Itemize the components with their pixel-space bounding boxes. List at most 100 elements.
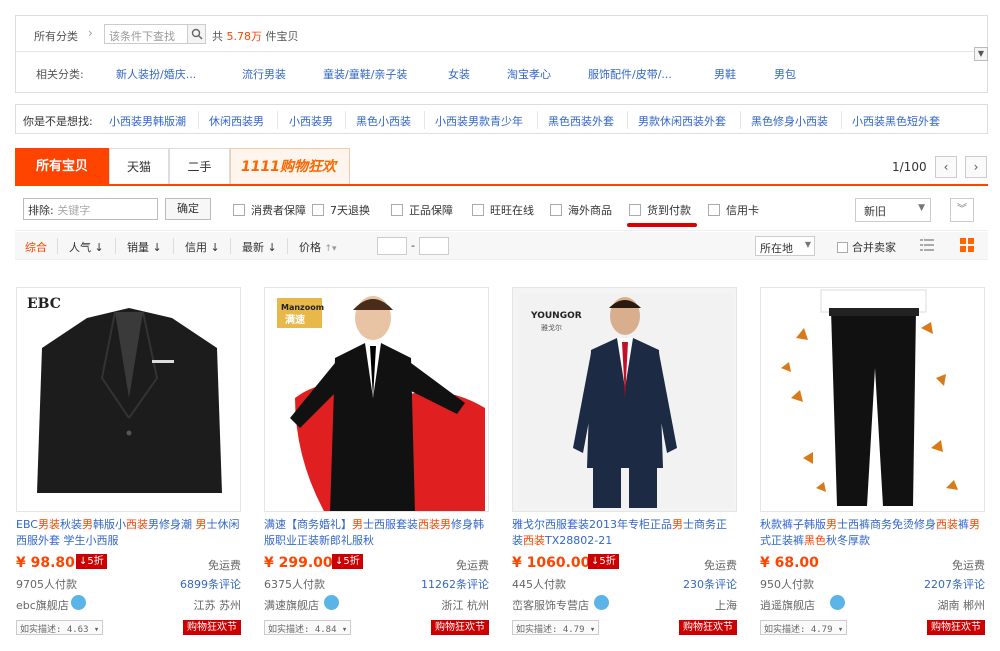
related-category[interactable]: 女装 <box>448 66 470 82</box>
product-image[interactable]: YOUNGOR 雅戈尔 <box>512 287 737 512</box>
search-button[interactable] <box>187 25 205 43</box>
shop-name[interactable]: 满速旗舰店 <box>264 597 319 613</box>
sort-newest[interactable]: 最新 ↓ <box>242 239 277 255</box>
checkbox-overseas[interactable]: 海外商品 <box>550 202 612 218</box>
suggestion-link[interactable]: 休闲西装男 <box>209 113 264 129</box>
promo-badge[interactable]: 购物狂欢节 <box>183 620 241 635</box>
review-count[interactable]: 6899条评论 <box>180 576 241 592</box>
review-count[interactable]: 230条评论 <box>683 576 737 592</box>
chevron-down-icon: ▼ <box>804 240 811 249</box>
shop-name[interactable]: 峦客服饰专营店 <box>512 597 589 613</box>
discount-badge: ↓5折 <box>588 554 619 569</box>
location-select[interactable]: 所在地 ▼ <box>755 236 815 256</box>
total-prefix: 共 <box>212 30 223 43</box>
next-page-button[interactable]: › <box>965 156 987 178</box>
product-card[interactable]: YOUNGOR 雅戈尔 雅戈尔西服套装2013年专柜正品男士商务正装西装TX28… <box>512 287 737 637</box>
shop-name[interactable]: ebc旗舰店 <box>16 597 69 613</box>
product-image[interactable] <box>760 287 985 512</box>
page-indicator: 1/100 <box>892 160 927 174</box>
shipping-label: 免运费 <box>208 559 241 572</box>
wangwang-icon[interactable] <box>71 595 86 610</box>
location: 上海 <box>715 599 737 612</box>
rating-dropdown[interactable]: 如实描述: 4.79 ▾ <box>512 620 600 635</box>
product-title[interactable]: 秋款裤子韩版男士西裤商务免烫修身西装裤男式正装裤黑色秋冬厚款 <box>760 517 985 549</box>
product-title[interactable]: 雅戈尔西服套装2013年专柜正品男士商务正装西装TX28802-21 <box>512 517 737 549</box>
condition-select[interactable]: 新旧 ▼ <box>855 198 931 222</box>
product-price: ¥ 68.00 <box>760 555 819 571</box>
product-image[interactable]: EBC <box>16 287 241 512</box>
product-title[interactable]: 满速【商务婚礼】男士西服套装西装男修身韩版职业正装新郎礼服秋 <box>264 517 489 549</box>
wangwang-icon[interactable] <box>830 595 845 610</box>
suggestion-link[interactable]: 男款休闲西装外套 <box>638 113 726 129</box>
sort-bar: 综合 人气 ↓ 销量 ↓ 信用 ↓ 最新 ↓ 价格 ↑▾ - 所在地 ▼ 合并卖家 <box>15 232 988 260</box>
shipping-label: 免运费 <box>456 559 489 572</box>
review-count[interactable]: 11262条评论 <box>421 576 489 592</box>
shipping-label: 免运费 <box>704 559 737 572</box>
merge-sellers-checkbox[interactable]: 合并卖家 <box>837 239 896 255</box>
svg-text:满速: 满速 <box>285 313 305 326</box>
rating-dropdown[interactable]: 如实描述: 4.84 ▾ <box>264 620 352 635</box>
related-category[interactable]: 男鞋 <box>714 66 736 82</box>
search-icon <box>191 28 203 40</box>
price-max-input[interactable] <box>419 237 449 255</box>
rating-dropdown[interactable]: 如实描述: 4.63 ▾ <box>16 620 104 635</box>
product-card[interactable]: Manzoom 满速 满速【商务婚礼】男士西服套装西装男修身韩版职业正装新郎礼服… <box>264 287 489 637</box>
wangwang-icon[interactable] <box>324 595 339 610</box>
wangwang-icon[interactable] <box>594 595 609 610</box>
discount-badge: ↓5折 <box>76 554 107 569</box>
sort-sales[interactable]: 销量 ↓ <box>127 239 162 255</box>
tab-tmall[interactable]: 天猫 <box>109 148 169 184</box>
related-category[interactable]: 新人装扮/婚庆... <box>116 66 196 82</box>
grid-view-icon[interactable] <box>960 238 974 252</box>
sort-popularity[interactable]: 人气 ↓ <box>69 239 104 255</box>
rating-dropdown[interactable]: 如实描述: 4.79 ▾ <box>760 620 848 635</box>
suggestion-link[interactable]: 小西装男款青少年 <box>435 113 523 129</box>
sort-default[interactable]: 综合 <box>25 239 47 255</box>
product-image[interactable]: Manzoom 满速 <box>264 287 489 512</box>
review-count[interactable]: 2207条评论 <box>924 576 985 592</box>
sort-credit[interactable]: 信用 ↓ <box>185 239 220 255</box>
checkbox-7day-return[interactable]: 7天退换 <box>312 202 370 218</box>
suggestion-link[interactable]: 黑色小西装 <box>356 113 411 129</box>
promo-banner[interactable]: 1111购物狂欢节 <box>230 148 350 211</box>
suggestion-link[interactable]: 黑色修身小西装 <box>751 113 828 129</box>
related-category[interactable]: 流行男装 <box>242 66 286 82</box>
shop-name[interactable]: 逍遥旗舰店 <box>760 597 815 613</box>
related-category[interactable]: 男包 <box>774 66 796 82</box>
tab-second-hand[interactable]: 二手 <box>169 148 230 184</box>
related-category[interactable]: 服饰配件/皮带/... <box>588 66 672 82</box>
expand-categories-button[interactable]: ▼ <box>974 47 988 61</box>
suggestion-link[interactable]: 小西装男韩版潮 <box>109 113 186 129</box>
chevron-left-icon: ‹ <box>943 160 949 174</box>
sort-price[interactable]: 价格 ↑▾ <box>299 239 337 255</box>
exclude-input[interactable]: 排除: 关键字 <box>23 198 158 220</box>
confirm-button[interactable]: 确定 <box>165 198 211 220</box>
category-filter-box: 所有分类 › 该条件下查找 共 5.78万 件宝贝 相关分类: 新人装扮/婚庆.… <box>15 15 988 93</box>
related-category[interactable]: 童装/童鞋/亲子装 <box>323 66 407 82</box>
location: 江苏 苏州 <box>193 599 242 612</box>
suggestion-link[interactable]: 黑色西装外套 <box>548 113 614 129</box>
promo-badge[interactable]: 购物狂欢节 <box>679 620 737 635</box>
checkbox-wangwang-online[interactable]: 旺旺在线 <box>472 202 534 218</box>
checkbox-genuine[interactable]: 正品保障 <box>391 202 453 218</box>
prev-page-button[interactable]: ‹ <box>935 156 957 178</box>
product-card[interactable]: 秋款裤子韩版男士西裤商务免烫修身西装裤男式正装裤黑色秋冬厚款 ¥ 68.00 免… <box>760 287 985 637</box>
paid-count: 6375人付款 <box>264 578 325 591</box>
promo-badge[interactable]: 购物狂欢节 <box>927 620 985 635</box>
list-view-icon[interactable] <box>920 238 934 252</box>
checkbox-consumer-protection[interactable]: 消费者保障 <box>233 202 306 218</box>
brand-logo: Manzoom <box>281 303 324 312</box>
collapse-filters-button[interactable]: ︾ <box>950 198 974 222</box>
suggestion-link[interactable]: 小西装黑色短外套 <box>852 113 940 129</box>
suggestion-link[interactable]: 小西装男 <box>289 113 333 129</box>
price-min-input[interactable] <box>377 237 407 255</box>
promo-badge[interactable]: 购物狂欢节 <box>431 620 489 635</box>
tab-all-items[interactable]: 所有宝贝 <box>15 148 109 184</box>
product-card[interactable]: EBC EBC男装秋装男韩版小西装男修身潮 男士休闲西服外套 学生小西服 ¥ 9… <box>16 287 241 637</box>
checkbox-cash-on-delivery[interactable]: 货到付款 <box>629 202 691 218</box>
product-title[interactable]: EBC男装秋装男韩版小西装男修身潮 男士休闲西服外套 学生小西服 <box>16 517 241 549</box>
related-category[interactable]: 淘宝孝心 <box>507 66 551 82</box>
all-categories-label[interactable]: 所有分类 <box>34 28 78 44</box>
checkbox-credit-card[interactable]: 信用卡 <box>708 202 759 218</box>
category-row: 所有分类 › 该条件下查找 共 5.78万 件宝贝 <box>16 16 987 52</box>
